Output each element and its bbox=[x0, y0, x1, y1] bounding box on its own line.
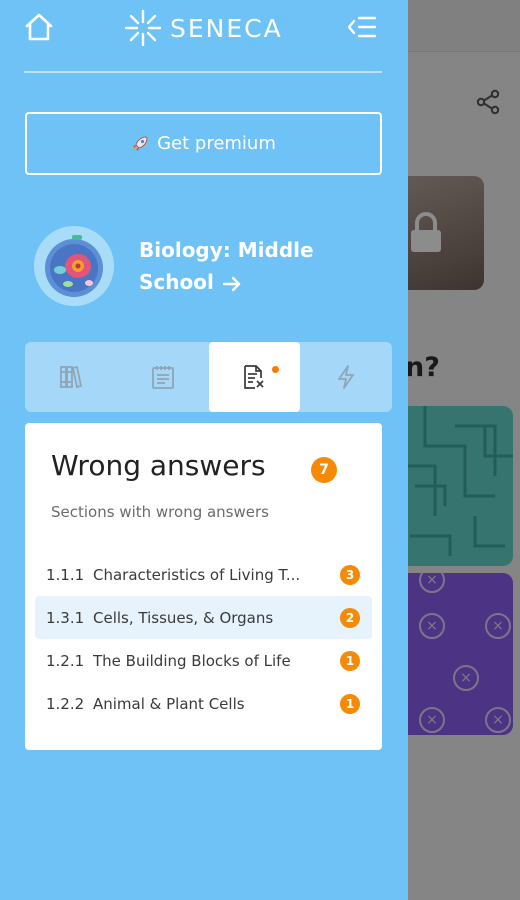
panel-title: Wrong answers bbox=[51, 449, 266, 482]
course-avatar bbox=[34, 226, 114, 306]
section-title: The Building Blocks of Life bbox=[93, 651, 291, 670]
topbar-divider bbox=[24, 71, 382, 73]
notepad-icon bbox=[151, 366, 174, 389]
wrong-answers-panel: Wrong answers 7 Sections with wrong answ… bbox=[25, 423, 382, 750]
course-title[interactable]: Biology: Middle School bbox=[139, 234, 339, 298]
section-count-badge: 3 bbox=[340, 565, 360, 585]
tab-quick-learn[interactable] bbox=[300, 342, 392, 412]
arrow-right-icon bbox=[222, 276, 241, 291]
section-number: 1.3.1 bbox=[46, 608, 85, 627]
rocket-icon bbox=[133, 136, 148, 151]
wrong-answers-count-badge: 7 bbox=[311, 457, 337, 483]
section-row[interactable]: 1.1.1 Characteristics of Living T... 3 bbox=[35, 553, 372, 596]
seneca-logo[interactable]: SENECA bbox=[124, 8, 283, 48]
books-icon bbox=[59, 365, 82, 389]
wrong-answers-doc-icon bbox=[244, 365, 264, 389]
current-course[interactable]: Biology: Middle School bbox=[34, 226, 374, 308]
lightning-icon bbox=[338, 365, 355, 389]
notification-dot bbox=[271, 366, 279, 373]
get-premium-button[interactable]: Get premium bbox=[25, 112, 382, 175]
cell-illustration bbox=[34, 226, 114, 306]
section-count-badge: 1 bbox=[340, 651, 360, 671]
section-number: 1.1.1 bbox=[46, 565, 85, 584]
get-premium-label: Get premium bbox=[157, 133, 276, 154]
seneca-logo-text: SENECA bbox=[170, 13, 283, 43]
section-row[interactable]: 1.3.1 Cells, Tissues, & Organs 2 bbox=[35, 596, 372, 639]
section-count-badge: 1 bbox=[340, 694, 360, 714]
tab-wrong-answers[interactable] bbox=[208, 342, 301, 412]
collapse-menu-icon[interactable] bbox=[347, 13, 377, 41]
tab-notes[interactable] bbox=[117, 342, 209, 412]
sidebar-drawer: SENECA Get premium Biology: Middle Schoo… bbox=[0, 0, 408, 900]
section-title: Animal & Plant Cells bbox=[93, 694, 245, 713]
seneca-logo-mark-icon bbox=[124, 9, 162, 47]
course-tabs bbox=[25, 342, 392, 412]
section-number: 1.2.1 bbox=[46, 651, 85, 670]
section-title: Cells, Tissues, & Organs bbox=[93, 608, 274, 627]
section-row[interactable]: 1.2.2 Animal & Plant Cells 1 bbox=[35, 682, 372, 725]
tab-sections[interactable] bbox=[25, 342, 117, 412]
home-icon[interactable] bbox=[24, 12, 54, 42]
panel-subtitle: Sections with wrong answers bbox=[51, 503, 269, 521]
section-row[interactable]: 1.2.1 The Building Blocks of Life 1 bbox=[35, 639, 372, 682]
wrong-answers-list: 1.1.1 Characteristics of Living T... 3 1… bbox=[35, 553, 372, 725]
section-title: Characteristics of Living T... bbox=[93, 565, 301, 584]
section-count-badge: 2 bbox=[340, 608, 360, 628]
section-number: 1.2.2 bbox=[46, 694, 85, 713]
drawer-topbar: SENECA bbox=[0, 0, 408, 72]
